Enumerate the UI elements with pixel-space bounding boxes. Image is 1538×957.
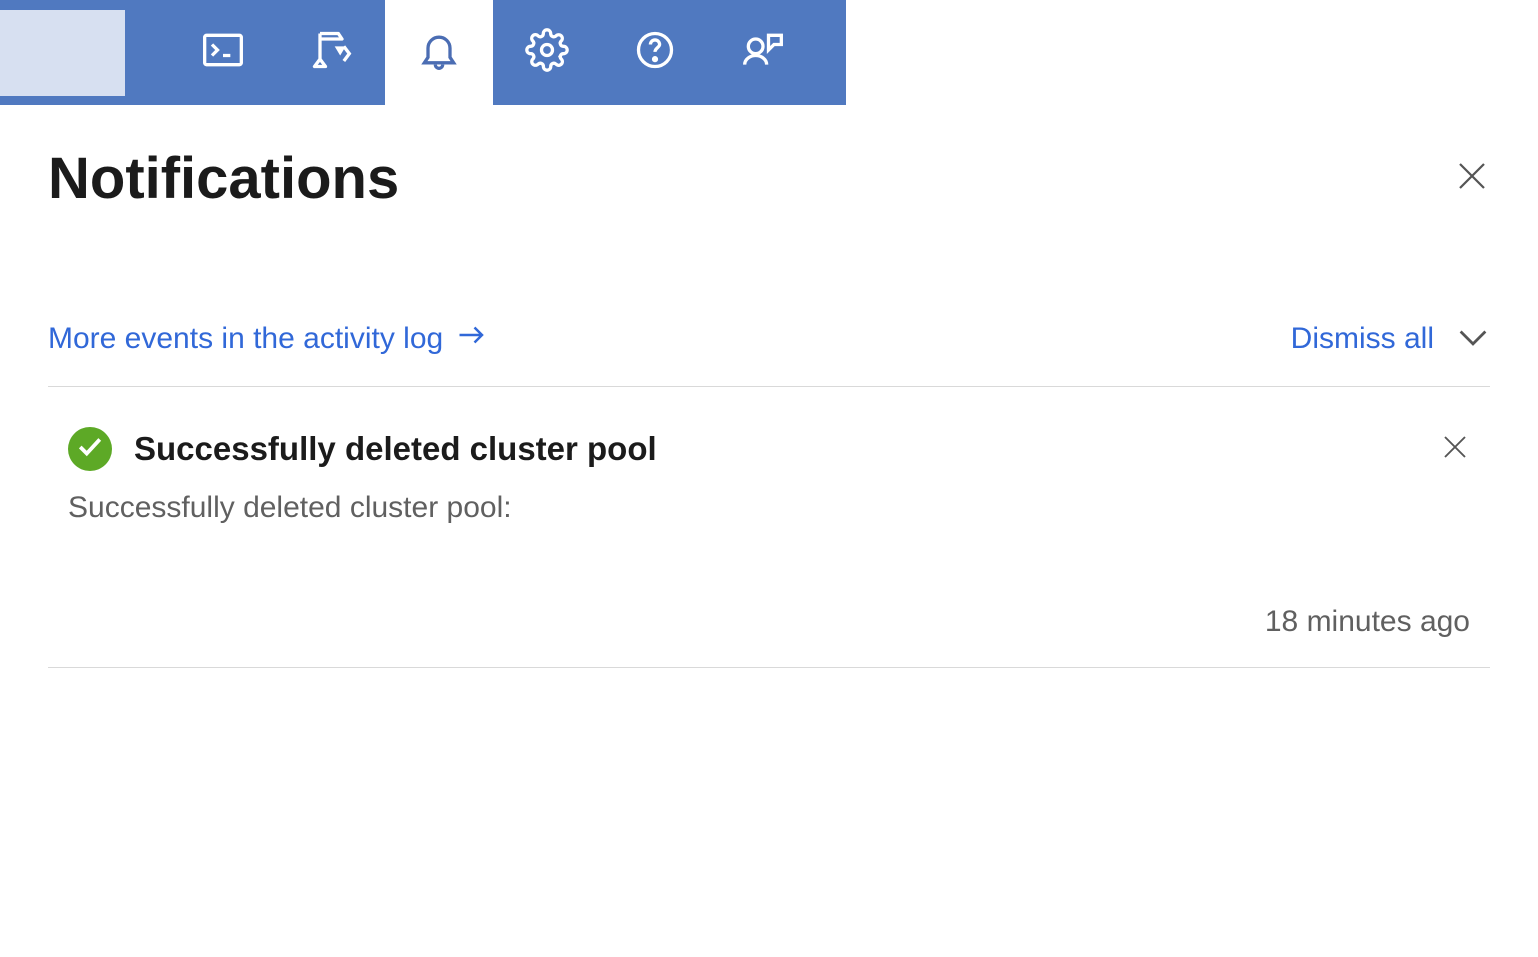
settings-button[interactable] bbox=[493, 0, 601, 105]
cloud-shell-icon bbox=[201, 28, 245, 77]
filter-directory-icon bbox=[309, 28, 353, 77]
panel-title: Notifications bbox=[48, 145, 399, 212]
search-box-placeholder[interactable] bbox=[0, 10, 125, 96]
bell-icon bbox=[417, 28, 461, 77]
dismiss-all-button[interactable]: Dismiss all bbox=[1291, 322, 1490, 356]
panel-actions: More events in the activity log Dismiss … bbox=[48, 322, 1490, 387]
notifications-panel: Notifications More events in the activit… bbox=[0, 105, 1538, 668]
close-icon bbox=[1454, 181, 1490, 198]
dismiss-all-label: Dismiss all bbox=[1291, 322, 1434, 356]
notification-item: Successfully deleted cluster pool Succes… bbox=[48, 387, 1490, 668]
help-icon bbox=[633, 28, 677, 77]
more-events-link[interactable]: More events in the activity log bbox=[48, 322, 487, 356]
notification-header: Successfully deleted cluster pool bbox=[68, 427, 1470, 471]
notification-body: Successfully deleted cluster pool: bbox=[68, 491, 1470, 525]
notification-title: Successfully deleted cluster pool bbox=[134, 430, 657, 468]
close-panel-button[interactable] bbox=[1454, 158, 1490, 199]
notification-header-left: Successfully deleted cluster pool bbox=[68, 427, 657, 471]
chevron-down-icon bbox=[1456, 322, 1490, 356]
panel-header: Notifications bbox=[48, 145, 1490, 212]
status-badge bbox=[68, 427, 112, 471]
gear-icon bbox=[525, 28, 569, 77]
checkmark-icon bbox=[77, 436, 103, 463]
notifications-button[interactable] bbox=[385, 0, 493, 105]
help-button[interactable] bbox=[601, 0, 709, 105]
more-events-label: More events in the activity log bbox=[48, 322, 443, 356]
top-toolbar bbox=[0, 0, 846, 105]
close-icon bbox=[1440, 449, 1470, 466]
feedback-button[interactable] bbox=[709, 0, 817, 105]
filter-directory-button[interactable] bbox=[277, 0, 385, 105]
feedback-icon bbox=[741, 28, 785, 77]
arrow-right-icon bbox=[457, 322, 487, 356]
notification-timestamp: 18 minutes ago bbox=[68, 605, 1470, 639]
cloud-shell-button[interactable] bbox=[169, 0, 277, 105]
dismiss-notification-button[interactable] bbox=[1440, 432, 1470, 467]
